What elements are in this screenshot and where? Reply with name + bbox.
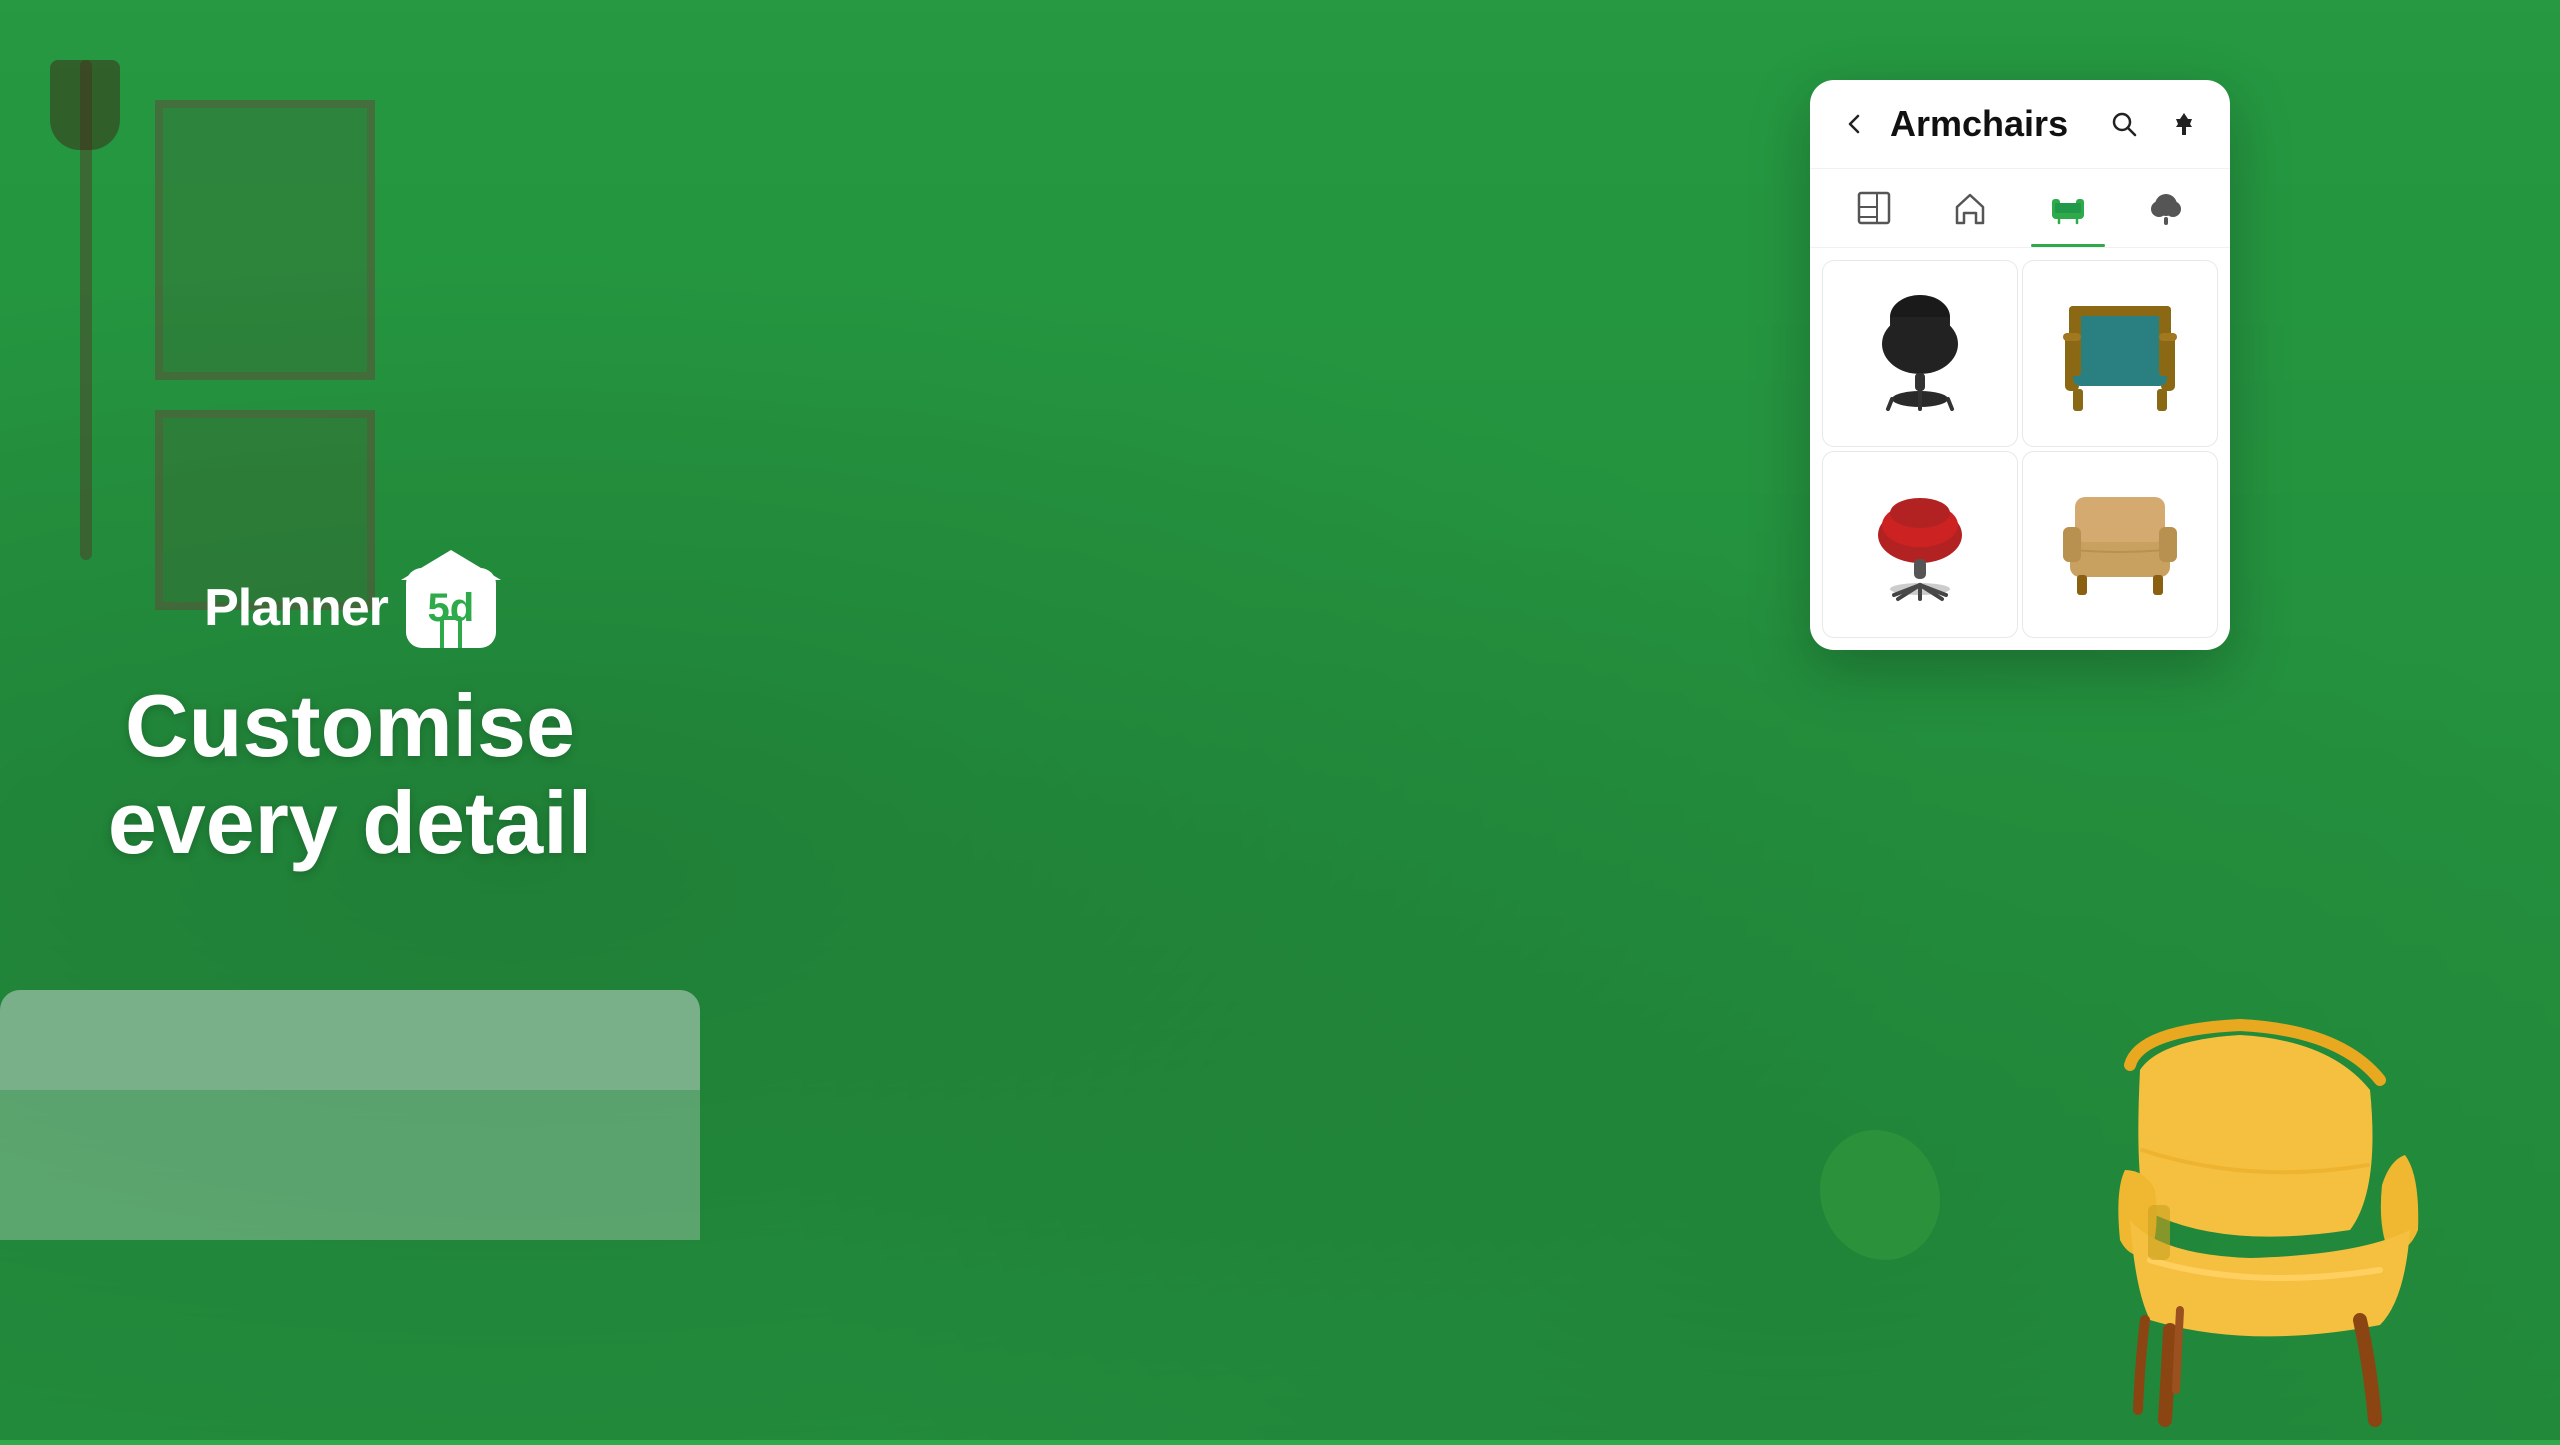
tab-furniture[interactable]	[2031, 179, 2105, 237]
tab-floorplan[interactable]	[1839, 181, 1909, 235]
modal-title: Armchairs	[1890, 103, 2086, 145]
furniture-icon	[2047, 187, 2089, 229]
chair-image-4	[2055, 480, 2185, 610]
tab-home[interactable]	[1935, 181, 2005, 235]
logo-text: Planner	[204, 578, 388, 638]
chair-image-1	[1855, 289, 1985, 419]
left-content: Planner 5d Customise every detail	[0, 0, 700, 1440]
chair-image-3	[1855, 480, 1985, 610]
yellow-armchair-decoration	[2060, 990, 2480, 1440]
plant	[1820, 1130, 1940, 1260]
yellow-chair-svg	[2060, 990, 2480, 1440]
black-swivel-chair-svg	[1860, 289, 1980, 419]
tagline-line2: every detail	[108, 775, 592, 872]
logo-badge-door	[440, 616, 462, 648]
tan-armchair-svg	[2055, 482, 2185, 607]
red-swivel-chair-svg	[1860, 477, 1980, 612]
back-arrow-icon	[1840, 110, 1868, 138]
item-card-3[interactable]	[1822, 451, 2018, 638]
logo-container: Planner 5d	[204, 568, 496, 648]
item-card-4[interactable]	[2022, 451, 2218, 638]
tree-icon	[2147, 189, 2185, 227]
item-card-1[interactable]	[1822, 260, 2018, 447]
chair-image-2	[2055, 289, 2185, 419]
floorplan-icon	[1855, 189, 1893, 227]
category-tabs	[1810, 169, 2230, 248]
back-button[interactable]	[1834, 104, 1874, 144]
tagline-line1: Customise	[108, 678, 592, 775]
logo-badge-roof	[401, 550, 501, 580]
modal-panel: Armchairs	[1810, 80, 2230, 650]
search-button[interactable]	[2102, 102, 2146, 146]
search-icon	[2109, 109, 2139, 139]
tab-outdoor[interactable]	[2131, 181, 2201, 235]
teal-wood-chair-svg	[2055, 291, 2185, 416]
modal-header: Armchairs	[1810, 80, 2230, 169]
pin-button[interactable]	[2162, 102, 2206, 146]
home-icon	[1951, 189, 1989, 227]
logo-badge: 5d	[406, 568, 496, 648]
items-grid	[1810, 248, 2230, 650]
pin-icon	[2170, 110, 2198, 138]
item-card-2[interactable]	[2022, 260, 2218, 447]
tagline: Customise every detail	[108, 678, 592, 872]
